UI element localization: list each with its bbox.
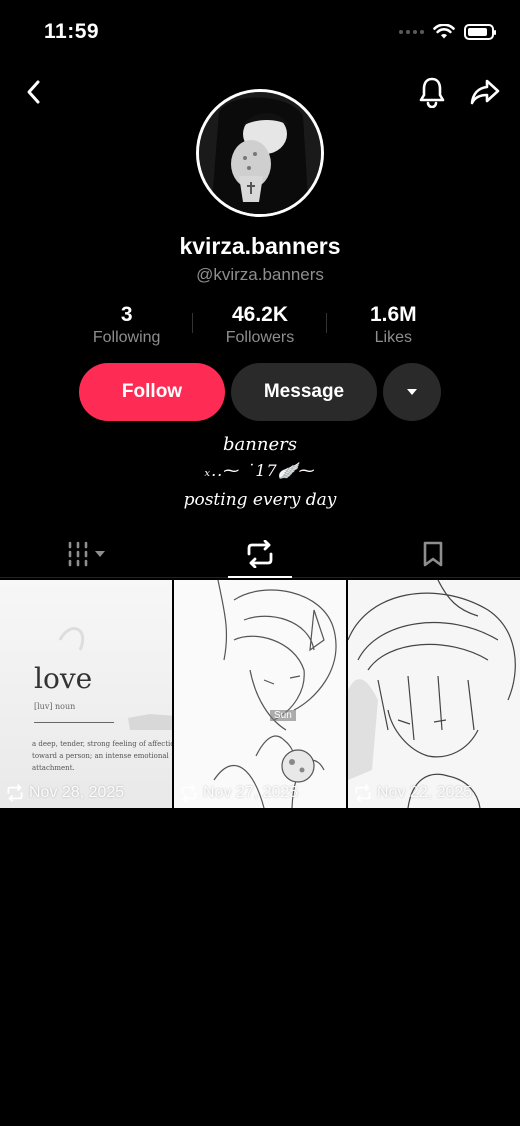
back-button[interactable] xyxy=(14,72,54,112)
bio-line: posting every day xyxy=(183,490,337,510)
followers-label: Followers xyxy=(225,329,295,346)
post-date: Nov 27, 2025 xyxy=(180,784,298,802)
video-thumbnail[interactable]: Sun Nov 27, 2025 xyxy=(174,580,346,808)
grid-filter-icon xyxy=(68,541,105,566)
thumbnail-art xyxy=(213,580,337,808)
avatar-image xyxy=(199,92,321,214)
notification-button[interactable] xyxy=(412,72,452,112)
stat-following[interactable]: 3 Following xyxy=(60,303,194,353)
status-bar: 11:59 xyxy=(0,0,520,66)
profile-stats: 3 Following 46.2K Followers 1.6M Likes xyxy=(60,303,460,353)
profile-actions: Follow Message xyxy=(79,363,441,421)
chevron-left-icon xyxy=(27,80,40,104)
thumbnail-art xyxy=(348,580,516,808)
post-date: Nov 22, 2025 xyxy=(354,784,472,802)
caret-down-icon xyxy=(407,389,417,395)
battery-icon xyxy=(464,24,496,40)
post-date: Nov 28, 2025 xyxy=(6,784,124,802)
active-tab-indicator xyxy=(227,576,292,578)
suggested-accounts-button[interactable] xyxy=(383,363,441,421)
likes-count: 1.6M xyxy=(369,303,417,326)
following-count: 3 xyxy=(120,303,133,326)
tab-favorites[interactable] xyxy=(347,530,520,577)
tab-reposts[interactable] xyxy=(173,530,346,578)
post-date-text: Nov 22, 2025 xyxy=(377,784,473,801)
caption-word: love xyxy=(34,662,93,695)
caption-phonetic: [luv] noun xyxy=(34,702,76,711)
follow-button[interactable]: Follow xyxy=(79,363,225,421)
caption-label: Sun xyxy=(270,710,296,721)
share-button[interactable] xyxy=(465,72,505,112)
repost-icon xyxy=(247,539,273,568)
bio-line: ₓ..⁓ ˙17🪽⁓ xyxy=(204,461,316,480)
display-name: kvirza.banners xyxy=(179,233,341,259)
status-time: 11:59 xyxy=(44,20,100,43)
video-thumbnail[interactable]: Nov 22, 2025 xyxy=(348,580,520,808)
signal-icon xyxy=(399,30,424,34)
wifi-icon xyxy=(433,24,455,39)
battery-level xyxy=(468,28,487,36)
repost-icon xyxy=(181,784,197,802)
likes-label: Likes xyxy=(374,329,412,346)
message-button[interactable]: Message xyxy=(231,363,377,421)
followers-count: 46.2K xyxy=(231,303,289,326)
profile-tabs xyxy=(0,530,520,578)
bio-line: banners xyxy=(223,434,297,455)
stat-followers[interactable]: 46.2K Followers xyxy=(193,303,327,353)
bell-icon xyxy=(419,77,445,108)
post-date-text: Nov 27, 2025 xyxy=(203,784,299,801)
caption-definition: a deep, tender, strong feeling of affect… xyxy=(32,740,172,772)
video-thumbnail[interactable]: love [luv] noun a deep, tender, strong f… xyxy=(0,580,172,808)
stat-likes[interactable]: 1.6M Likes xyxy=(327,303,460,353)
caption-rule xyxy=(34,722,114,723)
following-label: Following xyxy=(92,329,161,346)
repost-icon xyxy=(7,784,23,802)
post-date-text: Nov 28, 2025 xyxy=(29,784,125,801)
video-grid: love [luv] noun a deep, tender, strong f… xyxy=(0,580,520,808)
avatar[interactable] xyxy=(196,89,324,217)
bookmark-icon xyxy=(424,541,443,566)
share-icon xyxy=(470,79,500,105)
repost-icon xyxy=(355,784,371,802)
status-icons xyxy=(399,24,496,40)
username-handle: @kvirza.banners xyxy=(196,265,324,284)
tab-videos[interactable] xyxy=(0,530,173,577)
